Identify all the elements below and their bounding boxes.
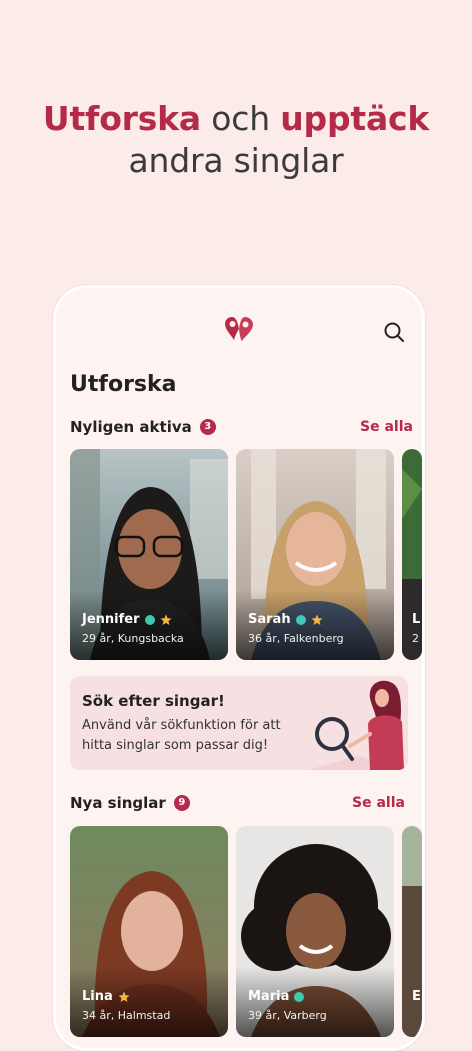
profile-card-sarah[interactable]: Sarah 36 år, Falkenberg — [236, 449, 394, 660]
star-badge-icon — [311, 614, 323, 625]
profile-card-lina[interactable]: Lina 34 år, Halmstad — [70, 826, 228, 1037]
profile-age-location: 36 år, Falkenberg — [248, 632, 344, 645]
headline-accent-discover: upptäck — [280, 99, 430, 138]
new-singles-count-badge: 9 — [173, 795, 190, 811]
recently-active-label: Nyligen aktiva — [70, 418, 192, 436]
profile-age-location: 2 — [412, 632, 419, 645]
search-promo-banner[interactable]: Sök efter singar! Använd vår sökfunktion… — [70, 676, 408, 770]
headline-line-2: andra singlar — [128, 141, 344, 180]
search-icon[interactable] — [382, 320, 406, 344]
profile-name-row: Sarah — [248, 612, 323, 627]
profile-name-row: Jennifer — [82, 612, 172, 627]
profile-card-maria[interactable]: Maria 39 år, Varberg — [236, 826, 394, 1037]
profile-name: Maria — [248, 989, 290, 1004]
marketing-headline: Utforska och upptäck andra singlar — [0, 98, 472, 182]
profile-name: Lina — [82, 989, 113, 1004]
promo-title: Sök efter singar! — [82, 692, 225, 710]
profile-age-location: 34 år, Halmstad — [82, 1009, 171, 1022]
search-illustration-icon — [308, 680, 408, 770]
profile-photo-peek — [402, 449, 422, 660]
profile-name-row: E — [412, 989, 421, 1004]
profile-name: Sarah — [248, 612, 291, 627]
online-dot-icon — [144, 614, 155, 625]
star-badge-icon — [118, 991, 130, 1002]
heart-pin-logo-icon — [225, 317, 253, 341]
profile-name: L — [412, 612, 421, 627]
profile-card-peek[interactable]: E — [402, 826, 422, 1037]
new-singles-see-all-link[interactable]: Se alla — [352, 795, 405, 811]
profile-name: Jennifer — [82, 612, 140, 627]
profile-name-row: Maria — [248, 989, 305, 1004]
profile-card-jennifer[interactable]: Jennifer 29 år, Kungsbacka — [70, 449, 228, 660]
profile-age-location: 29 år, Kungsbacka — [82, 632, 184, 645]
new-singles-header: Nya singlar 9 — [70, 792, 190, 814]
profile-card-peek[interactable]: L 2 — [402, 449, 422, 660]
profile-name-row: Lina — [82, 989, 130, 1004]
profile-age-location: 39 år, Varberg — [248, 1009, 327, 1022]
recently-active-carousel[interactable]: Jennifer 29 år, Kungsbacka Sarah 36 år, … — [70, 449, 422, 660]
new-singles-label: Nya singlar — [70, 794, 166, 812]
promo-text: Använd vår sökfunktion för att hitta sin… — [82, 718, 281, 753]
recently-active-header: Nyligen aktiva 3 — [70, 416, 216, 438]
online-dot-icon — [295, 614, 306, 625]
star-badge-icon — [160, 614, 172, 625]
new-singles-carousel[interactable]: Lina 34 år, Halmstad Maria 39 år, Varber… — [70, 826, 422, 1037]
profile-name-row: L — [412, 612, 420, 627]
headline-accent-explore: Utforska — [42, 99, 201, 138]
profile-photo-peek — [402, 826, 422, 1037]
page-title: Utforska — [70, 372, 177, 397]
headline-connector: och — [201, 99, 281, 138]
online-dot-icon — [294, 991, 305, 1002]
recently-active-count-badge: 3 — [199, 419, 216, 435]
recently-active-see-all-link[interactable]: Se alla — [360, 419, 413, 435]
profile-name: E — [412, 989, 421, 1004]
phone-screen: Utforska Nyligen aktiva 3 Se alla Jennif… — [53, 285, 425, 1051]
